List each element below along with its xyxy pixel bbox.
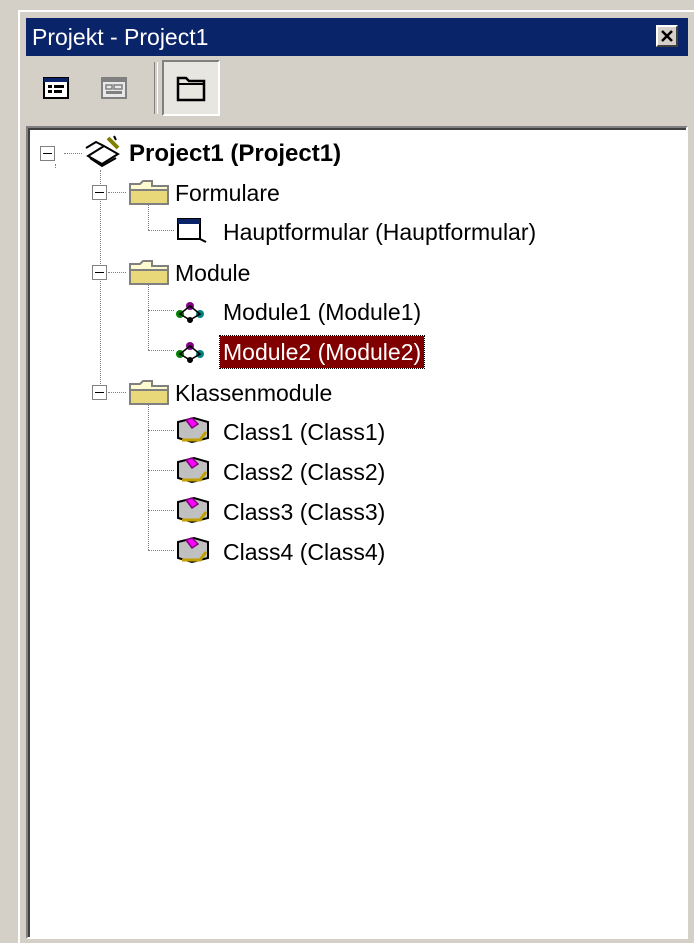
tree-line (108, 272, 126, 273)
folder-label: Klassenmodule (175, 380, 333, 406)
folder-icon (129, 180, 169, 205)
window-title: Projekt - Project1 (32, 24, 209, 50)
module-label: Module1 (Module1) (223, 299, 422, 325)
tree-line (148, 430, 174, 431)
class-label: Class2 (Class2) (223, 459, 386, 485)
tree-node-module[interactable]: Module (172, 255, 253, 291)
collapse-formulare-button[interactable] (92, 185, 107, 200)
folder-icon (129, 380, 169, 405)
project-icon (85, 135, 120, 168)
tree-node-class4[interactable]: Class4 (Class4) (220, 534, 388, 570)
toolbar-separator (154, 62, 158, 114)
collapse-klassenmodule-button[interactable] (92, 385, 107, 400)
view-code-button[interactable] (34, 60, 80, 116)
tree-line (100, 170, 101, 392)
tree-line (64, 153, 82, 154)
view-object-button[interactable] (92, 60, 138, 116)
folder-icon (129, 260, 169, 285)
tree-node-module1[interactable]: Module1 (Module1) (220, 294, 424, 330)
class-module-icon (177, 456, 209, 484)
tree-node-klassenmodule[interactable]: Klassenmodule (172, 375, 335, 411)
class-label: Class4 (Class4) (223, 539, 386, 565)
tree-line (108, 192, 126, 193)
tree-node-hauptformular[interactable]: Hauptformular (Hauptformular) (220, 214, 539, 250)
tree-line (148, 350, 174, 351)
form-icon (177, 218, 207, 243)
class-module-icon (177, 416, 209, 444)
module-icon (176, 302, 204, 323)
toolbar (26, 60, 688, 120)
title-bar[interactable]: Projekt - Project1 (26, 18, 688, 56)
module-label-selected: Module2 (Module2) (218, 335, 426, 369)
tree-node-formulare[interactable]: Formulare (172, 175, 283, 211)
tree-node-module2[interactable]: Module2 (Module2) (218, 334, 426, 370)
close-icon (661, 30, 673, 42)
tree-node-project[interactable]: Project1 (Project1) (126, 136, 344, 172)
collapse-module-button[interactable] (92, 265, 107, 280)
toggle-folders-button[interactable] (162, 60, 220, 116)
tree-line (148, 230, 174, 231)
module-icon (176, 342, 204, 363)
collapse-project-button[interactable] (40, 146, 55, 161)
tree-node-class3[interactable]: Class3 (Class3) (220, 494, 388, 530)
view-object-icon (101, 77, 127, 99)
class-label: Class1 (Class1) (223, 419, 386, 445)
folder-label: Formulare (175, 180, 280, 206)
folder-label: Module (175, 260, 251, 286)
tree-line (55, 164, 56, 168)
project-label: Project1 (Project1) (129, 140, 342, 167)
class-module-icon (177, 496, 209, 524)
tree-line (148, 510, 174, 511)
tree-line (148, 400, 149, 550)
class-module-icon (177, 536, 209, 564)
tree-line (108, 392, 126, 393)
tree-line (148, 280, 149, 350)
class-label: Class3 (Class3) (223, 499, 386, 525)
close-button[interactable] (656, 25, 678, 47)
tree-line (148, 550, 174, 551)
form-label: Hauptformular (Hauptformular) (223, 219, 537, 245)
tree-node-class2[interactable]: Class2 (Class2) (220, 454, 388, 490)
tree-line (148, 310, 174, 311)
tree-line (148, 470, 174, 471)
view-code-icon (43, 77, 69, 99)
toggle-folders-icon (176, 76, 206, 102)
tree-node-class1[interactable]: Class1 (Class1) (220, 414, 388, 450)
